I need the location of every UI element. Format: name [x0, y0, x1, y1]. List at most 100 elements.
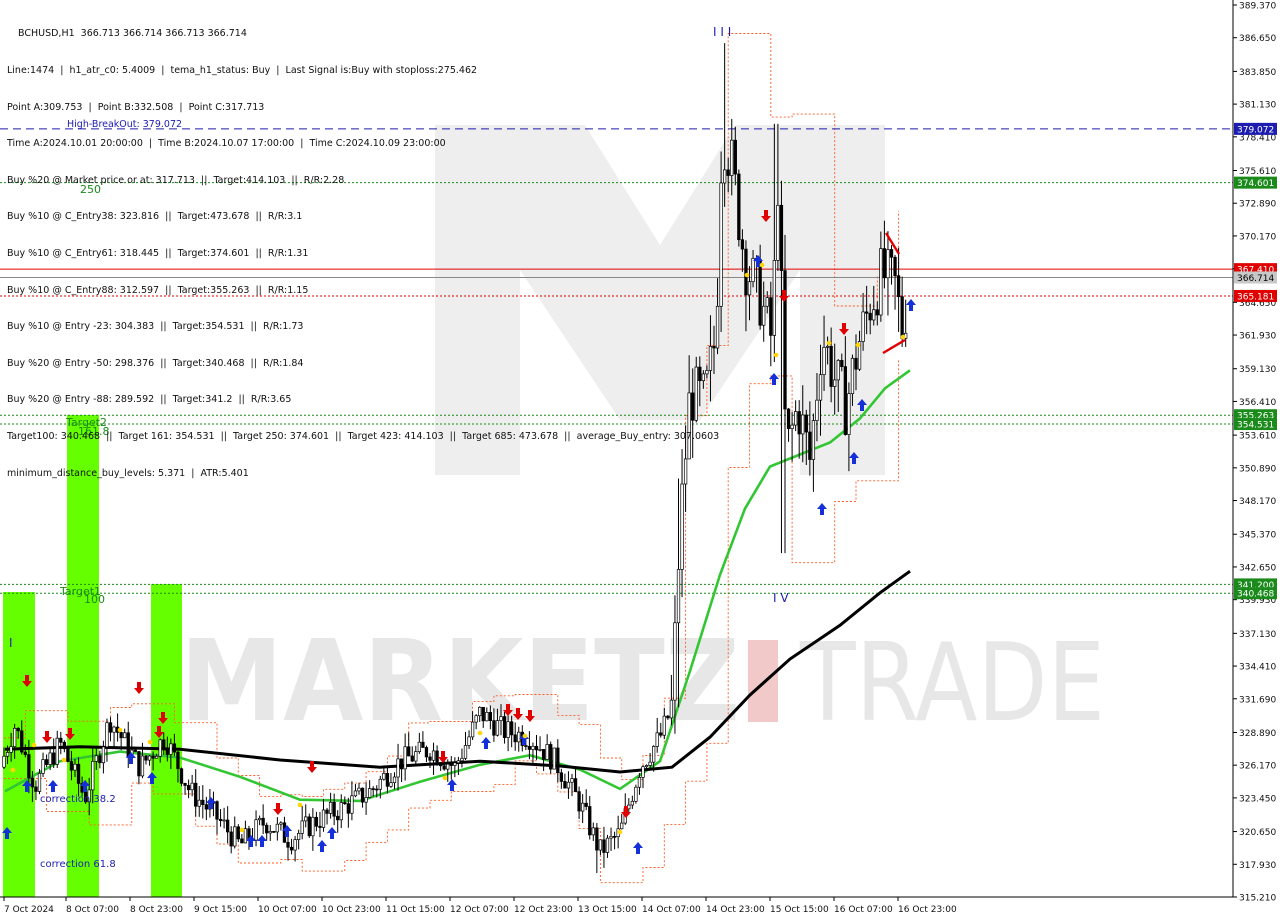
candle-body — [321, 809, 326, 828]
candle-body — [5, 752, 10, 757]
candle-body — [428, 756, 432, 761]
candle-body — [66, 748, 70, 762]
candle-body — [804, 414, 808, 433]
signal-dot — [117, 727, 123, 733]
candle-body — [371, 788, 375, 790]
candle-body — [719, 182, 723, 307]
watermark-left: MARKETZ — [180, 617, 740, 747]
candle-body — [76, 763, 81, 784]
candle-body — [793, 411, 798, 426]
candle-body — [527, 746, 532, 750]
candle-body — [20, 730, 24, 753]
candle-body — [744, 248, 748, 296]
candle-body — [176, 751, 180, 770]
candle-body — [328, 801, 333, 814]
candle-body — [875, 309, 879, 316]
candle-body — [549, 744, 553, 770]
y-tick-label: 326.170 — [1239, 762, 1276, 772]
candle-body — [186, 785, 191, 791]
signal-dot — [31, 742, 37, 748]
candle-body — [37, 773, 42, 792]
candle-body — [275, 823, 279, 833]
candle-body — [829, 345, 833, 387]
candle-body — [52, 752, 56, 765]
candle-body — [655, 732, 659, 747]
y-tick-label: 328.890 — [1239, 729, 1276, 739]
candle-body — [147, 755, 152, 761]
candle-body — [91, 760, 95, 791]
y-tick-label: 334.410 — [1239, 663, 1276, 673]
candle-body — [563, 781, 567, 789]
candle-body — [797, 411, 801, 435]
candle-body — [605, 837, 610, 853]
candle-body — [268, 831, 272, 834]
candle-body — [769, 297, 773, 336]
info-line: Buy %10 @ C_Entry38: 323.816 || Target:4… — [7, 211, 303, 223]
signal-dot — [855, 342, 861, 348]
y-tick-label: 315.210 — [1239, 894, 1276, 904]
candle-body — [410, 755, 414, 762]
candle-body — [825, 345, 830, 348]
candle — [552, 747, 556, 770]
x-tick-label: 14 Oct 07:00 — [642, 905, 701, 915]
candle-body — [279, 822, 283, 825]
candle-body — [666, 715, 670, 719]
candle-body — [332, 801, 336, 817]
y-tick-label: 386.650 — [1239, 34, 1276, 44]
candle-body — [481, 706, 485, 722]
candle-body — [197, 799, 201, 807]
signal-dot — [239, 827, 245, 833]
candle-body — [293, 839, 297, 851]
wave-iv-label: I V — [773, 591, 789, 605]
candle-body — [538, 749, 542, 751]
price-tag-label: 340.468 — [1237, 590, 1274, 600]
candle-body — [776, 204, 780, 261]
candle-body — [506, 721, 510, 738]
candle-body — [478, 706, 482, 717]
candle-body — [48, 752, 52, 765]
candle-body — [566, 781, 571, 789]
candle-body — [151, 755, 155, 759]
candle-body — [62, 741, 66, 750]
candle-body — [407, 746, 411, 757]
candle-body — [730, 139, 734, 176]
candle-body — [556, 747, 560, 774]
watermark-separator — [748, 640, 778, 722]
candle-body — [353, 790, 358, 797]
candle-body — [307, 816, 311, 837]
signal-dot — [10, 767, 16, 773]
candle-body — [364, 797, 368, 803]
candle-body — [44, 759, 49, 765]
candle-body — [765, 297, 769, 307]
candle-body — [336, 815, 340, 821]
candle-body — [630, 800, 634, 806]
candle-body — [889, 249, 894, 258]
candle-body — [140, 755, 145, 777]
candle — [66, 747, 70, 763]
candle-body — [499, 716, 503, 722]
chart-header: BCHUSD,H1 366.713 366.714 366.713 366.71… — [18, 28, 247, 40]
y-tick-label: 345.370 — [1239, 531, 1276, 541]
candle-body — [339, 802, 343, 821]
candle-body — [495, 720, 500, 736]
candle-body — [169, 743, 173, 755]
signal-dot — [477, 730, 483, 736]
candle-body — [758, 260, 762, 326]
candle-body — [289, 846, 294, 851]
candle-body — [94, 755, 98, 762]
candle-body — [215, 801, 219, 820]
candle-body — [414, 751, 418, 762]
candle-body — [467, 736, 471, 746]
candle-body — [350, 795, 354, 814]
candle-body — [612, 835, 617, 838]
candle-body — [162, 739, 166, 749]
fib-zone-bar — [67, 592, 99, 897]
candle-body — [534, 745, 539, 751]
candle-body — [598, 839, 603, 851]
candle-body — [524, 745, 528, 747]
candle-body — [595, 827, 599, 851]
candle-body — [620, 822, 624, 830]
candle-body — [304, 816, 308, 822]
candle-body — [747, 281, 752, 296]
candle-body — [779, 204, 784, 271]
